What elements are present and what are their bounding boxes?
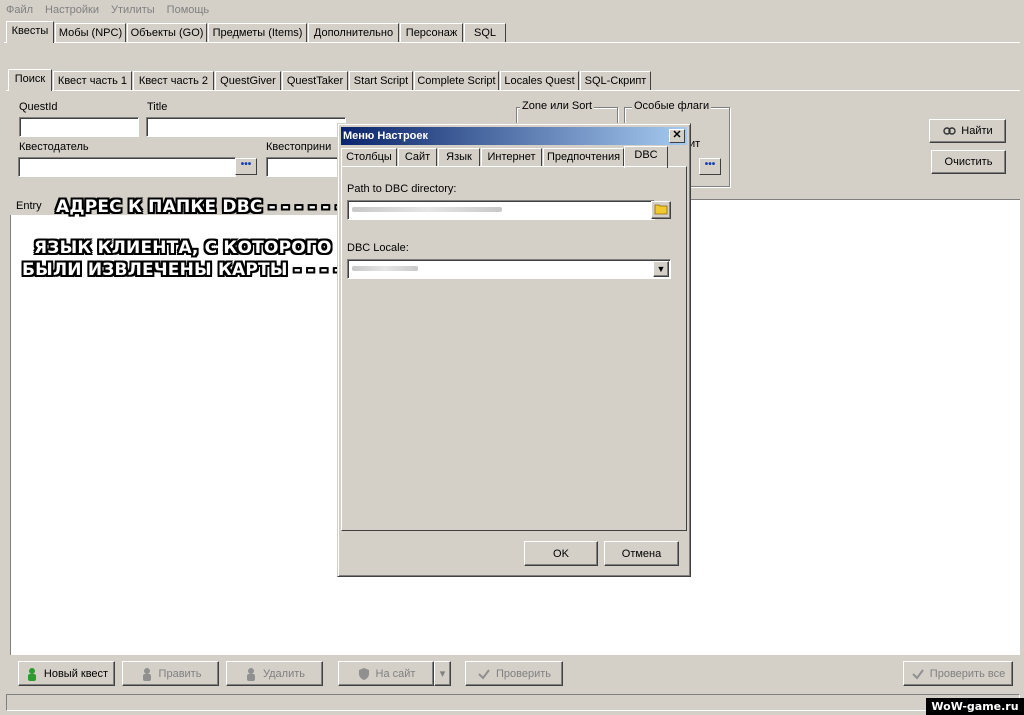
person-gray-icon bbox=[244, 667, 258, 681]
dialog-dbc-page: Path to DBC directory: DBC Locale: ▼ bbox=[341, 166, 687, 531]
find-button[interactable]: Найти bbox=[929, 119, 1006, 143]
dbc-path-input[interactable] bbox=[347, 200, 655, 220]
title-input[interactable] bbox=[146, 117, 346, 137]
dialog-tab-dbc[interactable]: DBC bbox=[624, 146, 668, 168]
edit-button[interactable]: Править bbox=[122, 661, 219, 686]
sub-tab-rule bbox=[6, 90, 1020, 91]
questid-label: QuestId bbox=[19, 101, 58, 113]
questgiver-label: Квестодатель bbox=[19, 141, 89, 153]
annotation-dbc-path: АДРЕС К ПАПКЕ DBC - - - - - - bbox=[56, 197, 343, 217]
dialog-title: Меню Настроек bbox=[343, 130, 429, 142]
questid-input[interactable] bbox=[19, 117, 139, 137]
check-button[interactable]: Проверить bbox=[465, 661, 563, 686]
watermark: WoW-game.ru bbox=[926, 698, 1024, 715]
tab-complete-script[interactable]: Complete Script bbox=[414, 71, 499, 91]
status-bar bbox=[6, 694, 1020, 711]
dialog-tab-bar: Столбцы Сайт Язык Интернет Предпочтения … bbox=[341, 146, 687, 168]
main-tab-rule bbox=[4, 42, 1020, 43]
tab-quest-part2[interactable]: Квест часть 2 bbox=[133, 71, 214, 91]
zone-sort-group-title: Zone или Sort bbox=[520, 100, 595, 112]
menu-help[interactable]: Помощь bbox=[161, 4, 216, 16]
edit-label: Править bbox=[158, 667, 202, 680]
dialog-titlebar[interactable]: Меню Настроек ✕ bbox=[341, 127, 687, 145]
checkmark-icon bbox=[911, 667, 925, 681]
column-entry[interactable]: Entry bbox=[16, 200, 42, 212]
tab-questtaker[interactable]: QuestTaker bbox=[282, 71, 348, 91]
cancel-label: Отмена bbox=[621, 547, 662, 560]
to-site-label: На сайт bbox=[375, 667, 416, 680]
checkmark-icon bbox=[477, 667, 491, 681]
dialog-tab-internet[interactable]: Интернет bbox=[481, 148, 542, 167]
tab-gameobjects[interactable]: Объекты (GO) bbox=[127, 23, 207, 43]
dbc-path-label: Path to DBC directory: bbox=[347, 183, 457, 195]
check-all-button[interactable]: Проверить все bbox=[903, 661, 1013, 686]
title-label: Title bbox=[147, 101, 168, 113]
close-icon[interactable]: ✕ bbox=[669, 129, 685, 143]
tab-items[interactable]: Предметы (Items) bbox=[208, 23, 307, 43]
annotation-client-lang-1: ЯЗЫК КЛИЕНТА, С КОТОРОГО bbox=[34, 238, 332, 258]
tab-npc[interactable]: Мобы (NPC) bbox=[55, 23, 126, 43]
to-site-button[interactable]: На сайт bbox=[338, 661, 434, 686]
ok-button[interactable]: OK bbox=[524, 541, 598, 566]
questgiver-input[interactable] bbox=[18, 157, 236, 177]
ok-label: OK bbox=[553, 547, 569, 560]
cancel-button[interactable]: Отмена bbox=[604, 541, 679, 566]
dialog-tab-preferences[interactable]: Предпочтения bbox=[543, 148, 624, 167]
to-site-dropdown[interactable]: ▾ bbox=[434, 661, 451, 686]
chevron-down-icon[interactable]: ▼ bbox=[653, 261, 669, 277]
tab-quests[interactable]: Квесты bbox=[6, 21, 54, 43]
find-icon bbox=[942, 124, 956, 138]
chevron-down-icon: ▾ bbox=[439, 668, 446, 680]
dbc-path-browse-button[interactable] bbox=[651, 201, 671, 219]
tab-additional[interactable]: Дополнительно bbox=[308, 23, 399, 43]
dbc-path-value-blurred bbox=[352, 207, 502, 212]
delete-button[interactable]: Удалить bbox=[226, 661, 323, 686]
tab-sql-script[interactable]: SQL-Скрипт bbox=[580, 71, 651, 91]
check-label: Проверить bbox=[495, 667, 551, 680]
tab-quest-part1[interactable]: Квест часть 1 bbox=[53, 71, 132, 91]
tab-start-script[interactable]: Start Script bbox=[349, 71, 413, 91]
folder-icon bbox=[654, 203, 668, 218]
dialog-tab-columns[interactable]: Столбцы bbox=[341, 148, 397, 167]
tab-character[interactable]: Персонаж bbox=[400, 23, 463, 43]
tab-sql[interactable]: SQL bbox=[464, 23, 506, 43]
clear-button[interactable]: Очистить bbox=[931, 150, 1006, 174]
menu-utilities[interactable]: Утилиты bbox=[105, 4, 161, 16]
dbc-locale-label: DBC Locale: bbox=[347, 242, 409, 254]
script-browse-button[interactable]: ••• bbox=[699, 158, 721, 175]
tab-locales-quest[interactable]: Locales Quest bbox=[500, 71, 579, 91]
questgiver-browse-button[interactable]: ••• bbox=[235, 158, 257, 175]
tab-search[interactable]: Поиск bbox=[8, 69, 52, 91]
clear-button-label: Очистить bbox=[944, 156, 993, 168]
find-button-label: Найти bbox=[961, 125, 993, 137]
delete-label: Удалить bbox=[263, 667, 305, 680]
new-quest-label: Новый квест bbox=[43, 667, 109, 680]
dialog-tab-language[interactable]: Язык bbox=[438, 148, 480, 167]
tab-questgiver[interactable]: QuestGiver bbox=[215, 71, 281, 91]
person-green-icon bbox=[25, 667, 39, 681]
dbc-locale-value-blurred bbox=[352, 266, 418, 271]
new-quest-button[interactable]: Новый квест bbox=[18, 661, 115, 686]
annotation-client-lang-2: БЫЛИ ИЗВЛЕЧЕНЫ КАРТЫ - - - - bbox=[22, 260, 342, 280]
menu-file[interactable]: Файл bbox=[0, 4, 39, 16]
check-all-label: Проверить все bbox=[929, 667, 1006, 680]
special-flags-group-title: Особые флаги bbox=[632, 100, 712, 112]
questtaker-label: Квестоприни bbox=[266, 141, 332, 153]
shield-icon bbox=[357, 667, 371, 681]
dialog-tab-site[interactable]: Сайт bbox=[398, 148, 437, 167]
dbc-locale-select[interactable]: ▼ bbox=[347, 259, 671, 279]
questtaker-input[interactable] bbox=[266, 157, 346, 177]
menu-settings[interactable]: Настройки bbox=[39, 4, 105, 16]
settings-dialog: Меню Настроек ✕ Столбцы Сайт Язык Интерн… bbox=[337, 123, 691, 577]
person-gray-icon bbox=[140, 667, 154, 681]
menubar: Файл Настройки Утилиты Помощь bbox=[0, 0, 1024, 20]
